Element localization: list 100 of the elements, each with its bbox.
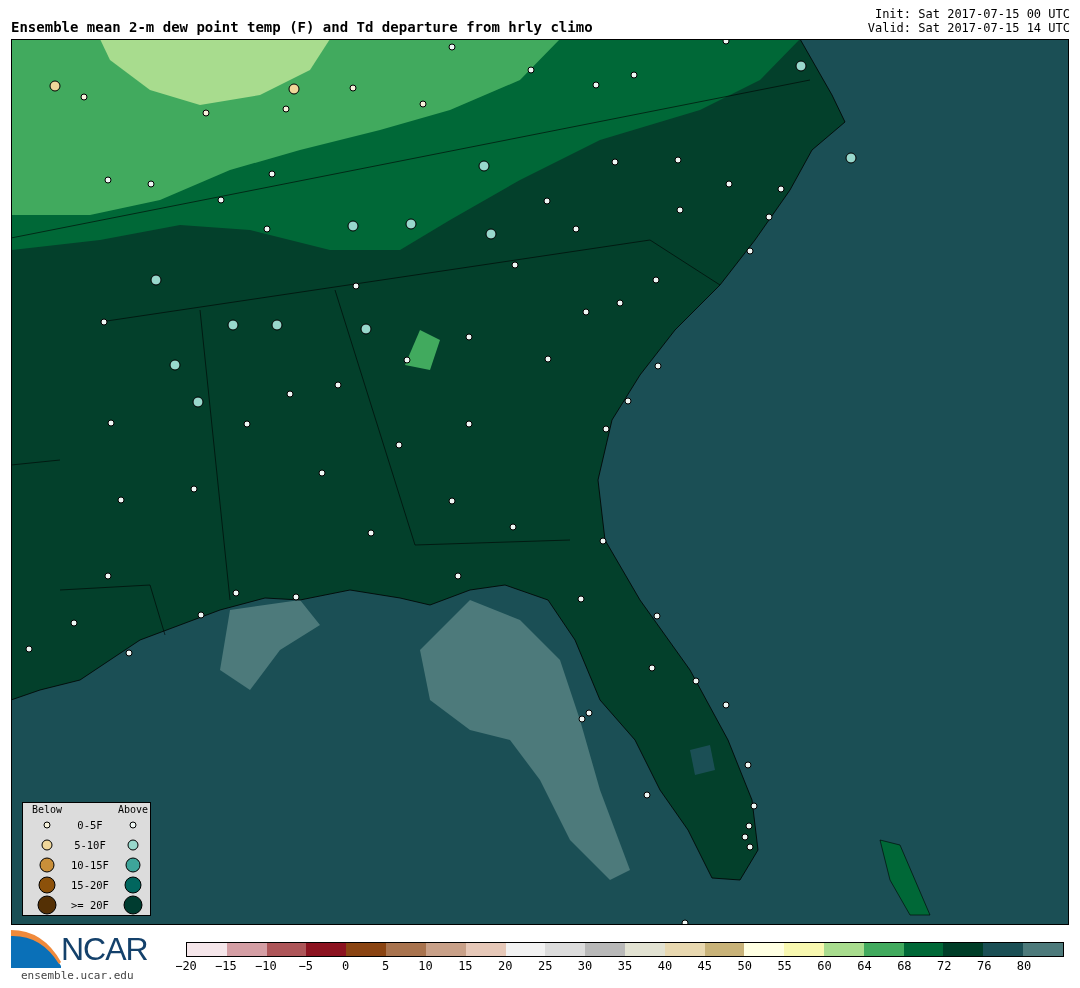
station-dot bbox=[648, 664, 656, 672]
station-dot bbox=[419, 100, 427, 108]
colorbar-tick-label: 64 bbox=[857, 959, 872, 973]
station-dot bbox=[70, 619, 78, 627]
station-dot bbox=[367, 529, 375, 537]
station-dot bbox=[744, 761, 752, 769]
station-dot bbox=[192, 396, 204, 408]
legend-heading: Above bbox=[117, 804, 148, 815]
legend-heading: Below bbox=[31, 804, 63, 815]
station-dot bbox=[403, 356, 411, 364]
station-dot bbox=[25, 645, 33, 653]
station-dot bbox=[448, 497, 456, 505]
colorbar-tick-label: −20 bbox=[175, 959, 197, 973]
station-dot bbox=[746, 843, 754, 851]
station-dot bbox=[745, 822, 753, 830]
station-dot bbox=[577, 595, 585, 603]
colorbar-tick-label: 80 bbox=[1016, 959, 1032, 973]
station-dot bbox=[611, 158, 619, 166]
station-dot bbox=[263, 225, 271, 233]
legend-label: 10-15F bbox=[71, 858, 109, 872]
station-dot bbox=[125, 649, 133, 657]
station-dot bbox=[765, 213, 773, 221]
station-dot bbox=[722, 701, 730, 709]
station-dot bbox=[147, 180, 155, 188]
colorbar-tick-label: 25 bbox=[537, 959, 553, 973]
station-dot bbox=[674, 156, 682, 164]
station-dot bbox=[271, 319, 283, 331]
station-dot bbox=[654, 362, 662, 370]
legend-dot bbox=[123, 876, 142, 894]
station-dot bbox=[80, 93, 88, 101]
station-dot bbox=[104, 572, 112, 580]
station-dot bbox=[544, 355, 552, 363]
station-dot bbox=[49, 80, 61, 92]
station-dot bbox=[511, 261, 519, 269]
colorbar-tick-label: 68 bbox=[897, 959, 912, 973]
colorbar-tick-label: 0 bbox=[342, 959, 350, 973]
logo-swoosh-icon bbox=[11, 930, 61, 968]
station-dot bbox=[750, 802, 758, 810]
station-dot bbox=[543, 197, 551, 205]
legend-dot bbox=[128, 821, 137, 829]
legend-dot bbox=[39, 857, 55, 873]
station-dot bbox=[616, 299, 624, 307]
station-dot bbox=[465, 420, 473, 428]
colorbar-tick-label: −5 bbox=[298, 959, 313, 973]
station-dot bbox=[395, 441, 403, 449]
station-dot bbox=[465, 333, 473, 341]
legend-label: 5-10F bbox=[74, 838, 106, 852]
legend-dot bbox=[126, 839, 139, 851]
station-dot bbox=[845, 152, 857, 164]
station-dot bbox=[485, 228, 497, 240]
station-dot bbox=[217, 196, 225, 204]
station-dot bbox=[117, 496, 125, 504]
colorbar-tick-label: 35 bbox=[617, 959, 633, 973]
station-dot bbox=[150, 274, 162, 286]
station-dot bbox=[243, 420, 251, 428]
station-dot bbox=[286, 390, 294, 398]
station-dot bbox=[746, 247, 754, 255]
station-dot bbox=[692, 677, 700, 685]
station-dot bbox=[288, 83, 300, 95]
station-dot bbox=[630, 71, 638, 79]
legend-label: 15-20F bbox=[71, 878, 109, 892]
colorbar-tick-label: 10 bbox=[418, 959, 433, 973]
init-time: Init: Sat 2017-07-15 00 UTC bbox=[874, 7, 1070, 21]
legend-label: 0-5F bbox=[77, 818, 103, 832]
station-dot bbox=[282, 105, 290, 113]
station-dot bbox=[592, 81, 600, 89]
station-dot bbox=[643, 791, 651, 799]
colorbar-tick-label: 72 bbox=[937, 959, 952, 973]
station-dot bbox=[405, 218, 417, 230]
station-dot bbox=[268, 170, 276, 178]
station-dot bbox=[227, 319, 239, 331]
station-dot bbox=[676, 206, 684, 214]
station-dot bbox=[777, 185, 785, 193]
colorbar-tick-label: 20 bbox=[498, 959, 513, 973]
colorbar-tick-label: 76 bbox=[976, 959, 992, 973]
colorbar-tick-label: 45 bbox=[697, 959, 713, 973]
station-dot bbox=[318, 469, 326, 477]
station-dot bbox=[454, 572, 462, 580]
station-dot bbox=[100, 318, 108, 326]
station-dot bbox=[448, 43, 456, 51]
humidity-patch bbox=[405, 330, 440, 370]
station-dot bbox=[347, 220, 359, 232]
station-dot bbox=[509, 523, 517, 531]
station-dot bbox=[741, 833, 749, 841]
station-dot bbox=[795, 60, 807, 72]
station-dot bbox=[602, 425, 610, 433]
legend-dot bbox=[41, 839, 53, 851]
station-dot bbox=[572, 225, 580, 233]
station-dot bbox=[292, 593, 300, 601]
station-dot bbox=[652, 276, 660, 284]
legend-dot bbox=[38, 876, 56, 894]
colorbar-tick-label: −10 bbox=[254, 959, 277, 973]
station-dot bbox=[527, 66, 535, 74]
legend-label: >= 20F bbox=[71, 898, 109, 912]
colorbar-tick-label: 55 bbox=[777, 959, 792, 973]
station-dot bbox=[360, 323, 372, 335]
station-dot bbox=[169, 359, 181, 371]
station-dot bbox=[104, 176, 112, 184]
logo-wordmark: NCAR bbox=[61, 930, 148, 968]
colorbar-tick-label: 5 bbox=[381, 959, 390, 973]
